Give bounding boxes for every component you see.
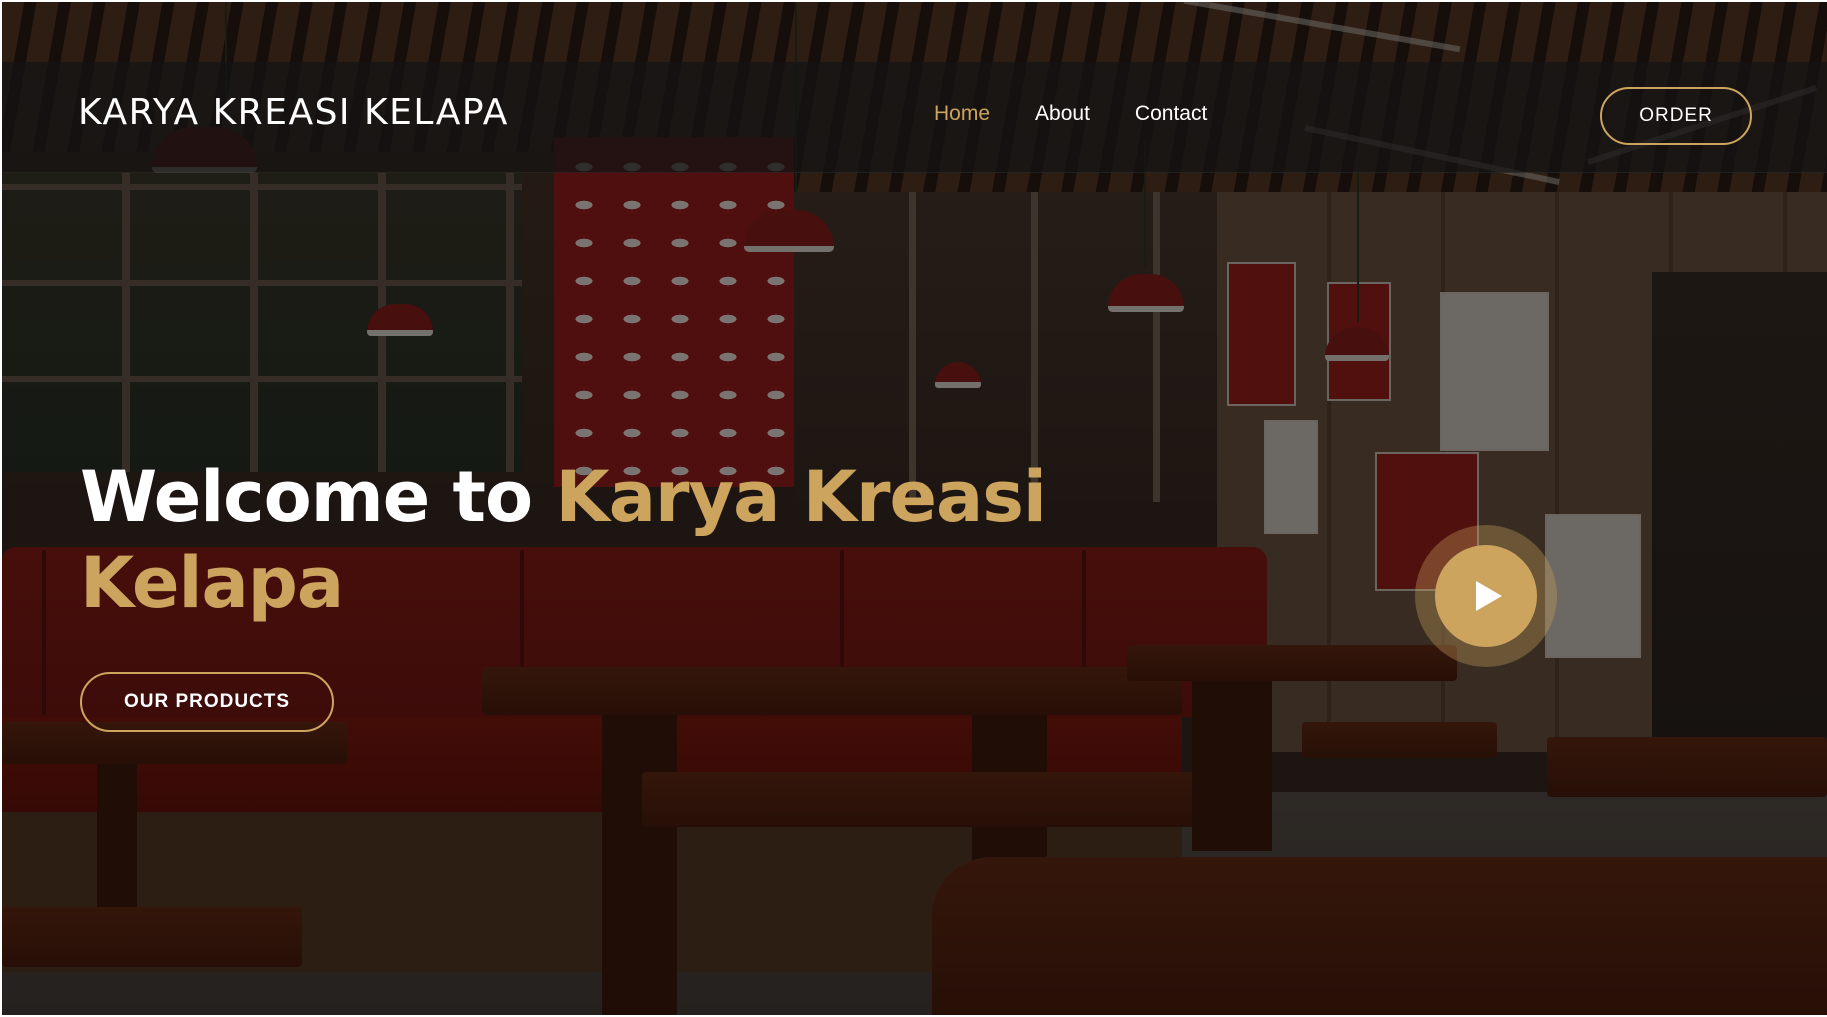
nav-link-about[interactable]: About <box>1035 102 1090 126</box>
main-nav: Home About Contact <box>934 102 1207 126</box>
play-icon <box>1475 581 1502 611</box>
play-video-button[interactable] <box>1415 525 1557 667</box>
brand-logo[interactable]: KARYA KREASI KELAPA <box>78 92 509 133</box>
nav-link-home[interactable]: Home <box>934 102 990 126</box>
page-frame: KARYA KREASI KELAPA Home About Contact O… <box>2 2 1827 1015</box>
play-button-core <box>1435 545 1537 647</box>
hero-title-lead: Welcome to <box>80 456 556 538</box>
order-button[interactable]: ORDER <box>1600 87 1752 145</box>
top-navbar: KARYA KREASI KELAPA Home About Contact O… <box>2 62 1827 173</box>
our-products-button[interactable]: OUR PRODUCTS <box>80 672 334 732</box>
nav-link-contact[interactable]: Contact <box>1135 102 1207 126</box>
hero-title: Welcome to Karya Kreasi Kelapa <box>80 454 1060 626</box>
